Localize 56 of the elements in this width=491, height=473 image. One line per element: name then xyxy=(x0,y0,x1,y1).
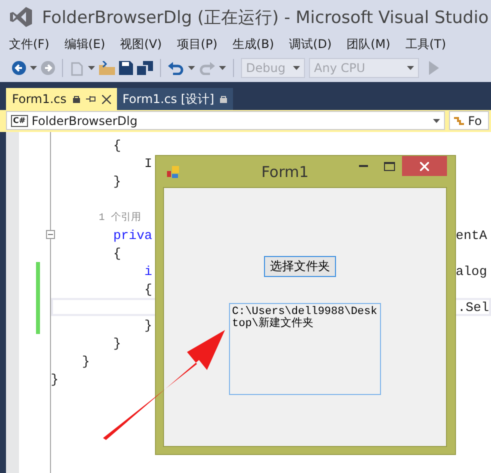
caret-icon[interactable] xyxy=(188,66,195,70)
lock-icon xyxy=(72,95,80,103)
close-icon xyxy=(420,162,429,170)
open-folder-icon[interactable] xyxy=(99,61,115,75)
collapse-icon[interactable] xyxy=(46,230,55,239)
code-text: } xyxy=(81,354,90,368)
code-text: .Sel xyxy=(458,300,490,315)
caret-icon[interactable] xyxy=(293,66,300,70)
code-text: entA xyxy=(456,228,488,242)
caret-icon[interactable] xyxy=(30,66,37,70)
app-icon xyxy=(166,164,180,178)
code-text: } xyxy=(112,174,122,188)
caret-icon[interactable] xyxy=(219,66,226,70)
code-text: } xyxy=(50,372,59,386)
code-text: { xyxy=(112,138,122,152)
form-title: Form1 xyxy=(260,162,310,180)
caret-icon[interactable] xyxy=(433,118,440,122)
menu-item[interactable]: 团队(M) xyxy=(346,36,390,52)
menu-item[interactable]: 视图(V) xyxy=(120,36,162,52)
menu-item[interactable]: 项目(P) xyxy=(176,36,218,52)
menu-item[interactable]: 调试(D) xyxy=(289,36,332,52)
text-box[interactable]: C:\Users\dell9988\Desktop\新建文件夹 xyxy=(229,303,381,395)
code-text: { xyxy=(143,282,152,296)
code-text: { xyxy=(112,246,122,260)
member-dropdown[interactable]: Fo xyxy=(449,111,489,130)
class-icon: C# xyxy=(11,114,28,126)
window-title: FolderBrowserDlg (正在运行) - Microsoft Visual Studio xyxy=(42,6,489,28)
code-text: I xyxy=(143,156,152,170)
save-all-icon[interactable] xyxy=(137,61,153,75)
caret-icon[interactable] xyxy=(88,66,95,70)
type-dropdown[interactable]: C# FolderBrowserDlg xyxy=(6,111,445,130)
logo-icon xyxy=(10,7,32,27)
document-tab[interactable]: Form1.cs [设计] xyxy=(116,88,234,110)
back-icon[interactable] xyxy=(12,61,26,75)
pin-icon[interactable] xyxy=(86,95,96,103)
code-text: priva xyxy=(112,228,152,242)
save-icon[interactable] xyxy=(119,61,133,75)
close-button[interactable] xyxy=(402,156,447,176)
reference-count: 1 个引用 xyxy=(98,211,141,224)
document-tab[interactable]: Form1.cs xyxy=(6,88,117,110)
menu-item[interactable]: 工具(T) xyxy=(405,36,446,52)
menu-item[interactable]: 编辑(E) xyxy=(64,36,106,52)
lock-icon xyxy=(220,95,228,103)
select-folder-button[interactable]: 选择文件夹 xyxy=(264,256,336,277)
maximize-icon xyxy=(384,162,394,170)
code-text: } xyxy=(143,318,152,332)
code-text: alog xyxy=(456,264,488,278)
code-text: i xyxy=(143,264,152,278)
caret-icon[interactable] xyxy=(407,66,414,70)
menu-item[interactable]: 文件(F) xyxy=(9,36,50,52)
close-icon[interactable] xyxy=(102,94,111,104)
undo-icon[interactable] xyxy=(168,61,184,75)
minimize-icon xyxy=(358,165,368,167)
menu-item[interactable]: 生成(B) xyxy=(232,36,274,52)
member-icon xyxy=(454,116,464,126)
code-text: } xyxy=(112,336,122,350)
